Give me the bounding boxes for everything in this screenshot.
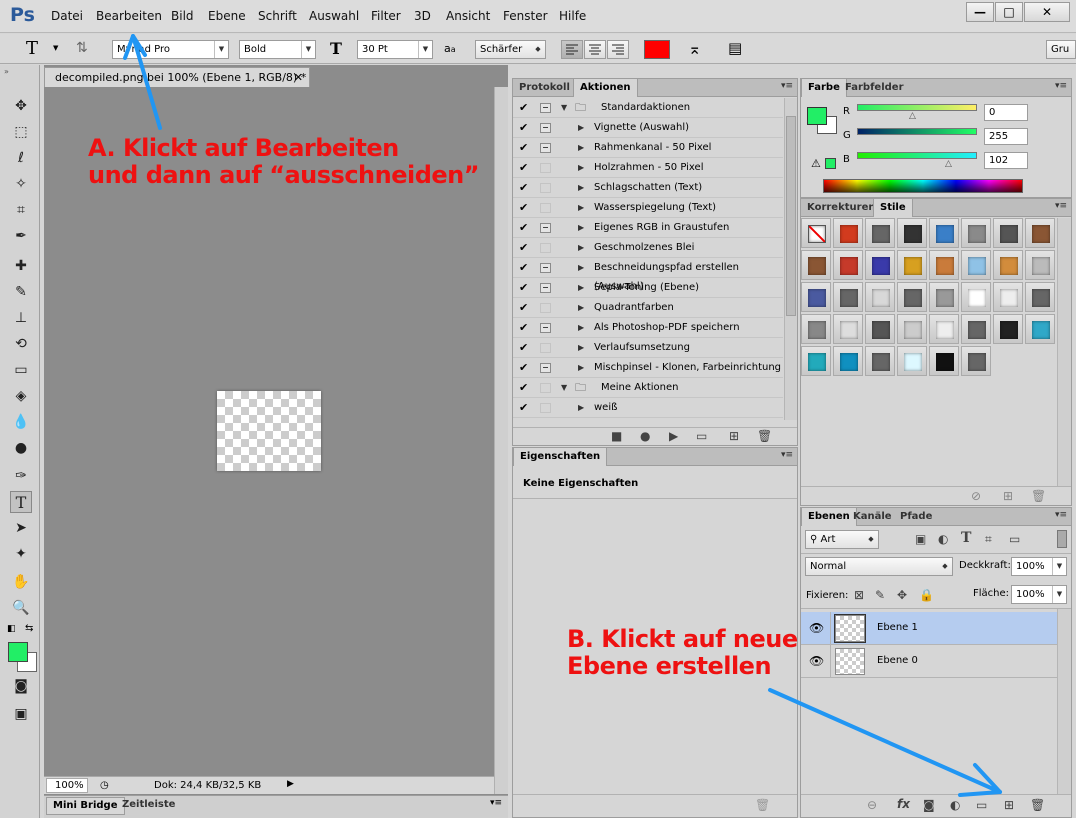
annotation-a-line2: und dann auf “ausschneiden” [88, 161, 480, 189]
arrow-b-head [958, 763, 1002, 797]
annotation-arrows [123, 34, 1002, 797]
annotation-a-line1: A. Klickt auf Bearbeiten [88, 134, 399, 162]
annotation-a: A. Klickt auf Bearbeiten und dann auf “a… [88, 134, 480, 189]
annotation-b-line1: B. Klickt auf neue [567, 625, 798, 653]
arrow-b [768, 688, 1002, 794]
annotation-b: B. Klickt auf neue Ebene erstellen [567, 626, 798, 680]
arrow-a [131, 34, 162, 130]
annotation-b-line2: Ebene erstellen [567, 652, 772, 680]
